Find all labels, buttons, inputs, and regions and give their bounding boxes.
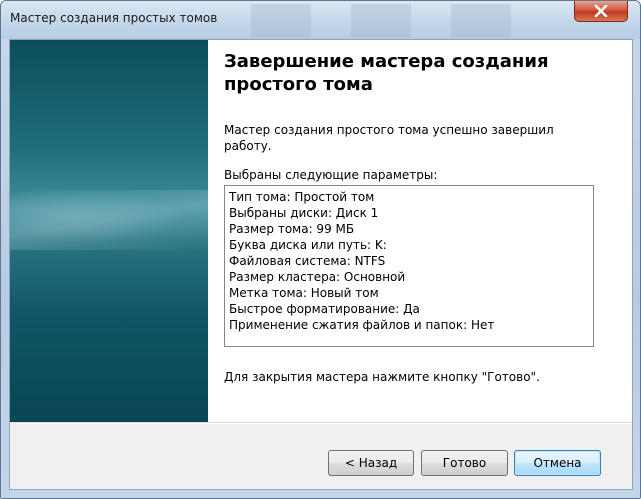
background-window-ghost: [251, 4, 551, 38]
params-list-box[interactable]: Тип тома: Простой том Выбраны диски: Дис…: [224, 185, 594, 347]
wizard-window: Мастер создания простых томов Завершение…: [0, 0, 641, 499]
param-line: Применение сжатия файлов и папок: Нет: [229, 318, 495, 332]
params-label: Выбраны следующие параметры:: [224, 168, 438, 182]
back-button[interactable]: < Назад: [328, 450, 414, 476]
window-title: Мастер создания простых томов: [10, 11, 218, 25]
param-line: Тип тома: Простой том: [229, 190, 375, 204]
wizard-client-area: Завершение мастера создания простого том…: [9, 39, 633, 490]
title-bar[interactable]: Мастер создания простых томов: [1, 1, 640, 39]
param-line: Размер кластера: Основной: [229, 270, 406, 284]
finish-button[interactable]: Готово: [421, 450, 508, 476]
param-line: Файловая система: NTFS: [229, 254, 386, 268]
close-icon: [594, 5, 608, 17]
param-line: Размер тома: 99 МБ: [229, 222, 355, 236]
wizard-content: Завершение мастера создания простого том…: [208, 40, 632, 422]
button-bar-separator: [10, 422, 632, 424]
param-line: Выбраны диски: Диск 1: [229, 206, 379, 220]
param-line: Метка тома: Новый том: [229, 286, 379, 300]
wizard-side-banner: [10, 40, 208, 422]
param-line: Буква диска или путь: K:: [229, 238, 387, 252]
cancel-button[interactable]: Отмена: [514, 450, 601, 476]
finish-hint: Для закрытия мастера нажмите кнопку "Гот…: [224, 370, 540, 384]
param-line: Быстрое форматирование: Да: [229, 302, 420, 316]
page-description: Мастер создания простого тома успешно за…: [224, 123, 554, 153]
close-button[interactable]: [574, 1, 628, 22]
page-title: Завершение мастера создания простого том…: [224, 51, 549, 95]
